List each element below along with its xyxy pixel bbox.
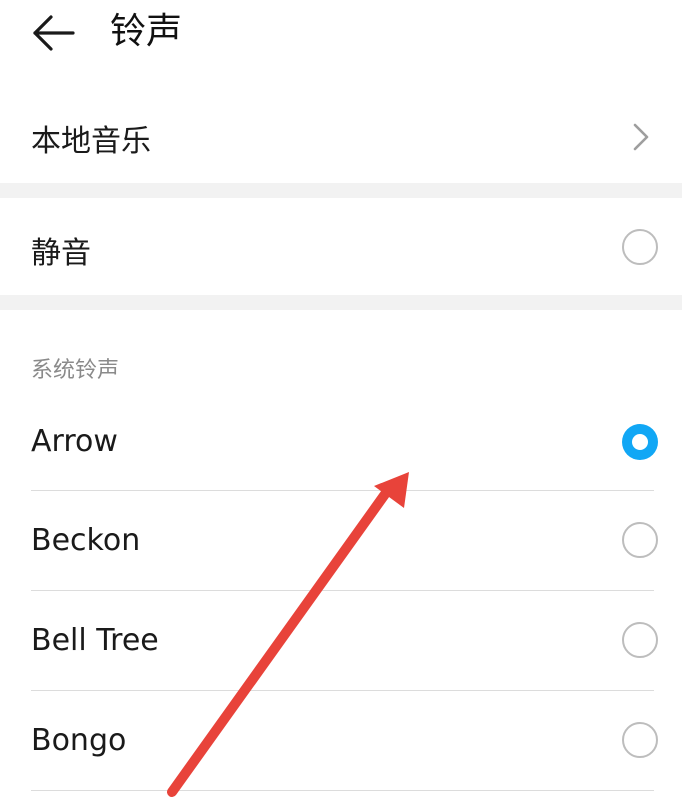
- local-music-label: 本地音乐: [31, 124, 151, 159]
- ringtone-label: Beckon: [31, 523, 141, 558]
- ringtone-radio[interactable]: [622, 622, 658, 658]
- ringtone-label: Bongo: [31, 723, 127, 758]
- ringtone-radio-selected[interactable]: [622, 424, 658, 460]
- local-music-row[interactable]: 本地音乐: [0, 92, 682, 182]
- app-header: 铃声: [0, 0, 682, 68]
- chevron-right-icon: [633, 123, 649, 151]
- silent-label: 静音: [31, 236, 91, 271]
- ringtone-settings-page: 铃声 本地音乐 静音 系统铃声 Arrow Beckon Bell Tree B…: [0, 0, 682, 799]
- section-gap: [0, 295, 682, 310]
- silent-row[interactable]: 静音: [0, 198, 682, 295]
- section-gap: [0, 183, 682, 198]
- back-button[interactable]: [28, 10, 78, 56]
- system-ringtones-section-title: 系统铃声: [31, 358, 120, 383]
- ringtone-label: Bell Tree: [31, 623, 159, 658]
- ringtone-radio[interactable]: [622, 522, 658, 558]
- ringtone-item-bongo[interactable]: Bongo: [0, 691, 682, 790]
- arrow-left-icon: [33, 15, 75, 51]
- ringtone-item-bell-tree[interactable]: Bell Tree: [0, 591, 682, 690]
- silent-radio[interactable]: [622, 229, 658, 265]
- ringtone-label: Arrow: [31, 424, 118, 459]
- ringtone-item-arrow[interactable]: Arrow: [0, 392, 682, 490]
- ringtone-radio[interactable]: [622, 722, 658, 758]
- ringtone-item-beckon[interactable]: Beckon: [0, 491, 682, 590]
- divider: [31, 790, 654, 791]
- page-title: 铃声: [110, 11, 183, 52]
